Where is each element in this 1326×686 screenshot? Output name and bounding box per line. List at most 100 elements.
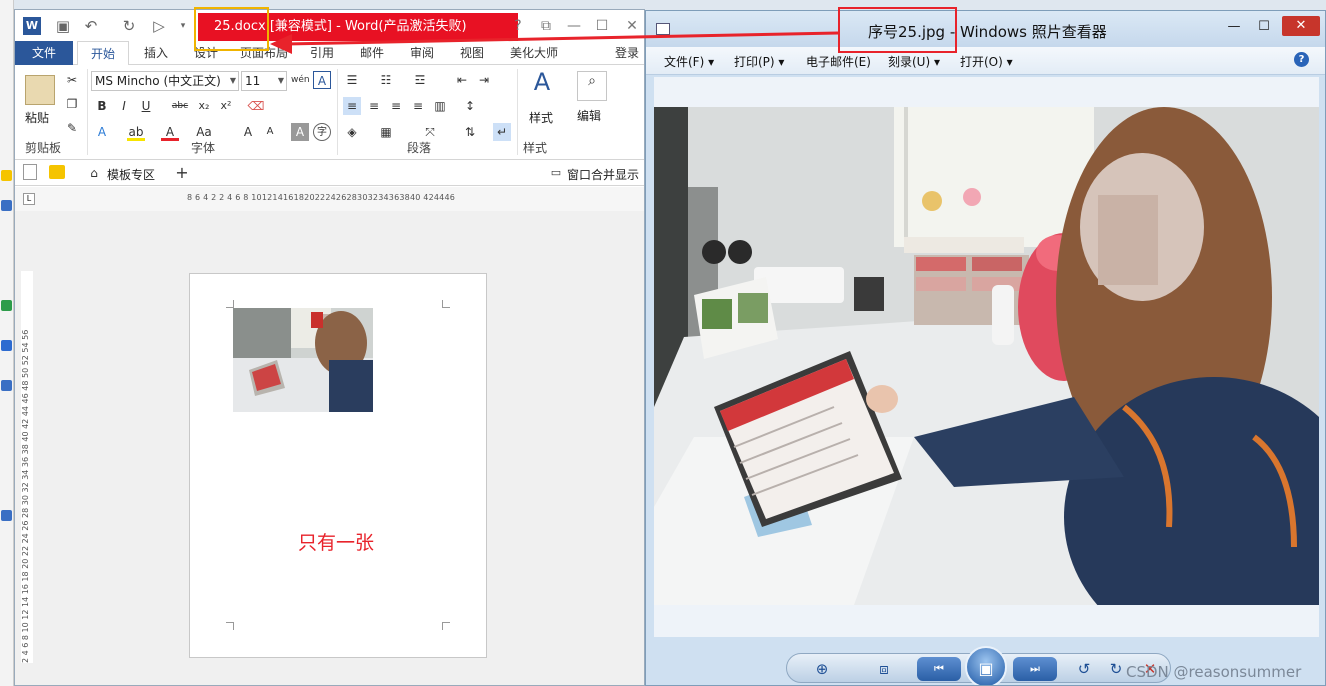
displayed-photo[interactable] [654,107,1319,605]
maximize-button[interactable]: ☐ [591,16,613,36]
line-spacing-icon[interactable]: ↕ [461,97,479,115]
superscript-icon[interactable]: x² [217,97,235,115]
tab-view[interactable]: 视图 [449,41,495,65]
tab-review[interactable]: 审阅 [399,41,445,65]
subscript-icon[interactable]: x₂ [195,97,213,115]
clear-format-icon[interactable]: ⌫ [247,97,265,115]
shading-icon[interactable]: ◈ [343,123,361,141]
bullets-icon[interactable]: ☰ [343,71,361,89]
slideshow-button[interactable]: ▣ [965,646,1007,685]
justify-icon[interactable]: ≡ [409,97,427,115]
desktop-icon[interactable] [1,510,12,521]
menu-email[interactable]: 电子邮件(E) [806,53,871,70]
inserted-photo[interactable] [233,308,373,412]
redo-icon[interactable]: ↻ [119,16,139,36]
find-icon[interactable]: ⌕ [577,71,607,101]
enclose-char-icon[interactable]: 字 [313,123,331,141]
italic-icon[interactable]: I [115,97,133,115]
quick-access-icon[interactable]: ▷ [149,16,169,36]
tab-mailings[interactable]: 邮件 [349,41,395,65]
char-shading-icon[interactable]: A [291,123,309,141]
decrease-indent-icon[interactable]: ⇤ [453,71,471,89]
numbering-icon[interactable]: ☷ [377,71,395,89]
tab-beautify[interactable]: 美化大师 [499,41,569,65]
increase-indent-icon[interactable]: ⇥ [475,71,493,89]
align-left-icon[interactable]: ≡ [343,97,361,115]
underline-icon[interactable]: U [137,97,155,115]
home-icon[interactable]: ⌂ [85,164,103,182]
viewer-canvas[interactable] [654,77,1319,637]
word-logo-icon: W [23,17,41,35]
bold-icon[interactable]: B [93,97,111,115]
minimize-button[interactable]: — [563,16,585,36]
previous-button[interactable]: ⏮ [917,657,961,681]
document-page[interactable]: 只有一张 [189,273,487,658]
copy-icon[interactable]: ❐ [63,95,81,113]
desktop-icon[interactable] [1,380,12,391]
templates-tab[interactable]: 模板专区 [107,166,155,183]
text-effects-icon[interactable]: A [93,123,111,141]
editing-button[interactable]: 编辑 [577,107,601,124]
document-area[interactable]: 2 4 6 8 10 12 14 16 18 20 22 24 26 28 30… [15,211,644,685]
styles-button[interactable]: 样式 [529,109,553,126]
tab-stop-selector[interactable]: L [23,193,35,205]
help-icon[interactable]: ? [507,16,529,36]
vertical-ruler[interactable]: 2 4 6 8 10 12 14 16 18 20 22 24 26 28 30… [21,271,33,663]
menu-print[interactable]: 打印(P) ▾ [734,53,784,70]
desktop-icon[interactable] [1,340,12,351]
minimize-button[interactable]: — [1220,17,1248,37]
cut-icon[interactable]: ✂ [63,71,81,89]
ribbon-display-icon[interactable]: ⧉ [535,16,557,36]
rotate-left-icon[interactable]: ↺ [1071,657,1097,681]
actual-size-icon[interactable]: ⧈ [871,657,897,681]
menu-burn-label: 刻录(U) [888,55,931,69]
close-button[interactable]: ✕ [621,16,643,36]
tab-insert[interactable]: 插入 [133,41,179,65]
grow-font-icon[interactable]: A [239,123,257,141]
font-size-select[interactable]: 11 ▼ [241,71,287,91]
paste-button[interactable]: 粘贴 [25,109,49,126]
new-doc-icon[interactable] [23,164,37,180]
highlight-color-icon[interactable]: ab [127,123,145,141]
sort-icon[interactable]: ⇅ [461,123,479,141]
help-icon[interactable]: ? [1294,52,1309,67]
strikethrough-icon[interactable]: abc [171,97,189,115]
customize-quick-access-icon[interactable]: ▾ [173,16,193,36]
add-tab-icon[interactable]: + [173,164,191,182]
distributed-icon[interactable]: ▥ [431,97,449,115]
zoom-icon[interactable]: ⊕ [809,657,835,681]
align-right-icon[interactable]: ≡ [387,97,405,115]
format-painter-icon[interactable]: ✎ [63,119,81,137]
open-folder-icon[interactable] [49,165,65,179]
multilevel-list-icon[interactable]: ☲ [411,71,429,89]
horizontal-ruler[interactable]: L 8 6 4 2 2 4 6 8 1012141618202224262830… [15,187,644,211]
menu-open[interactable]: 打开(O) ▾ [960,53,1013,70]
styles-icon[interactable]: A [527,70,557,103]
borders-icon[interactable]: ▦ [377,123,395,141]
merge-display-toggle[interactable]: 窗口合并显示 [567,166,639,183]
tab-home[interactable]: 开始 [77,41,129,66]
tab-references[interactable]: 引用 [299,41,345,65]
window-merge-icon[interactable]: ▭ [547,164,565,182]
phonetic-guide-icon[interactable]: wén [291,71,310,89]
shrink-font-icon[interactable]: A [261,123,279,141]
save-icon[interactable]: ▣ [53,16,73,36]
paste-icon[interactable] [25,75,55,105]
desktop-icon[interactable] [1,300,12,311]
next-button[interactable]: ⏭ [1013,657,1057,681]
align-center-icon[interactable]: ≡ [365,97,383,115]
font-color-icon[interactable]: A [161,123,179,141]
sign-in-link[interactable]: 登录 [609,41,644,65]
undo-icon[interactable]: ↶ [81,16,101,36]
close-button[interactable]: ✕ [1282,16,1320,36]
desktop-icon[interactable] [1,200,12,211]
group-font-label: 字体 [191,141,216,155]
menu-burn[interactable]: 刻录(U) ▾ [888,53,940,70]
font-name-select[interactable]: MS Mincho (中文正文) ▼ [91,71,239,91]
desktop-icon[interactable] [1,170,12,181]
tab-file[interactable]: 文件 [15,41,73,65]
menu-file[interactable]: 文件(F) ▾ [664,53,714,70]
show-marks-icon[interactable]: ↵ [493,123,511,141]
char-border-icon[interactable]: A [313,71,331,89]
maximize-button[interactable]: ☐ [1250,17,1278,37]
